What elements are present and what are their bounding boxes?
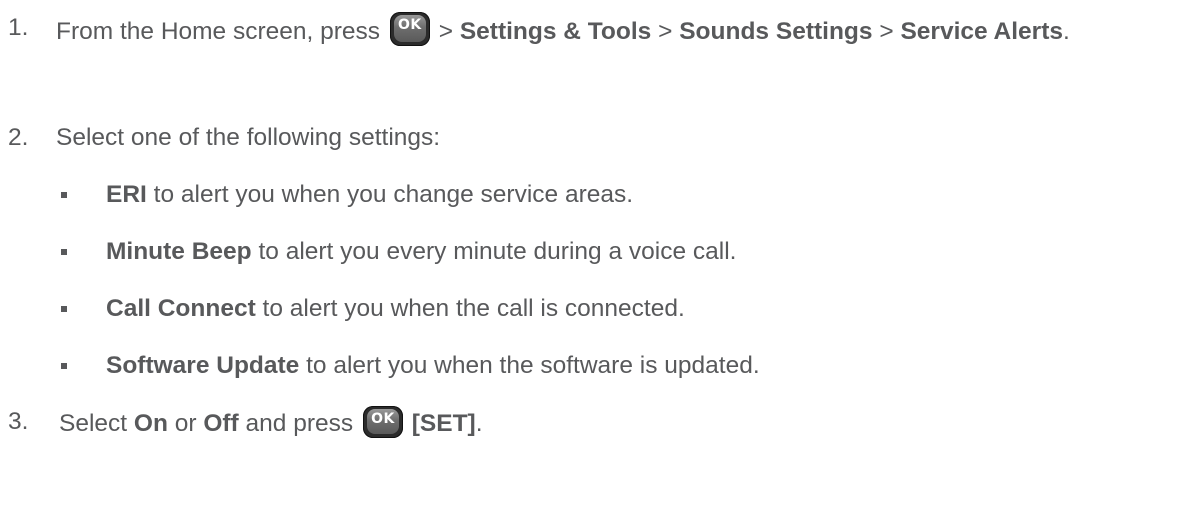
step-number: 3. (8, 408, 29, 435)
list-item: Minute Beep to alert you every minute du… (61, 236, 1161, 268)
step-text-or: or (167, 410, 204, 437)
set-softkey-label: [SET] (411, 410, 476, 437)
step-text-mid: and press (238, 410, 354, 437)
instruction-document: 1. From the Home screen, press OK > Sett… (0, 0, 1182, 506)
menu-separator: > (438, 18, 453, 45)
step-3: 3. Select On or Off and press OK [SET]. (8, 406, 1178, 440)
step-text-prefix: Select (59, 410, 134, 437)
menu-separator: > (658, 18, 673, 45)
bullet-icon (61, 249, 67, 255)
step-number: 2. (8, 124, 29, 151)
step-text-prefix: From the Home screen, press (56, 18, 381, 45)
step-2: 2. Select one of the following settings: (8, 122, 1178, 154)
step-text-end: . (475, 410, 483, 437)
setting-term: Minute Beep (106, 238, 252, 265)
ok-key-icon: OK (389, 12, 430, 46)
setting-term: Software Update (106, 352, 300, 379)
step-text: Select one of the following settings: (56, 124, 441, 151)
menu-path-service-alerts: Service Alerts (900, 18, 1063, 45)
bullet-icon (61, 306, 67, 312)
list-item: Software Update to alert you when the so… (61, 350, 1161, 382)
menu-separator: > (879, 18, 894, 45)
option-on: On (133, 410, 168, 437)
menu-path-sounds-settings: Sounds Settings (679, 18, 873, 45)
bullet-icon (61, 363, 67, 369)
step-text: From the Home screen, press OK > Setting… (56, 12, 1178, 48)
list-item: ERI to alert you when you change service… (61, 179, 1161, 211)
step-text: Select On or Off and press OK [SET]. (59, 406, 1178, 440)
setting-description: to alert you when the call is connected. (255, 295, 685, 322)
list-item: Call Connect to alert you when the call … (61, 293, 1161, 325)
setting-description: to alert you every minute during a voice… (251, 238, 737, 265)
option-off: Off (203, 410, 239, 437)
setting-description: to alert you when you change service are… (146, 181, 634, 208)
ok-key-label: OK (371, 411, 395, 427)
menu-path-settings-tools: Settings & Tools (459, 18, 652, 45)
step-number: 1. (8, 14, 29, 41)
ok-key-icon: OK (362, 406, 403, 438)
step-1: 1. From the Home screen, press OK > Sett… (8, 12, 1178, 48)
bullet-icon (61, 192, 67, 198)
ok-key-label: OK (398, 17, 422, 33)
setting-term: Call Connect (106, 295, 256, 322)
step-text-end: . (1062, 18, 1070, 45)
setting-description: to alert you when the software is update… (299, 352, 760, 379)
setting-term: ERI (106, 181, 147, 208)
